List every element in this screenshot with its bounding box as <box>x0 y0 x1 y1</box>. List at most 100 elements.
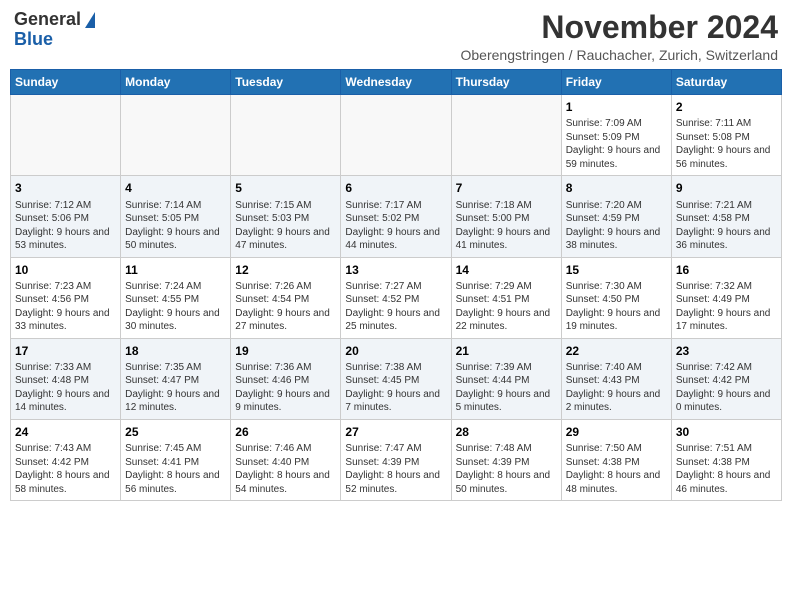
calendar-week-row: 24 Sunrise: 7:43 AM Sunset: 4:42 PM Dayli… <box>11 419 782 500</box>
day-number: 20 <box>345 343 446 359</box>
day-info: Sunrise: 7:45 AM Sunset: 4:41 PM Dayligh… <box>125 442 226 496</box>
calendar-day <box>341 95 451 176</box>
day-number: 1 <box>566 99 667 115</box>
calendar-day: 25 Sunrise: 7:45 AM Sunset: 4:41 PM Dayli… <box>121 419 231 500</box>
day-info: Sunrise: 7:50 AM Sunset: 4:38 PM Dayligh… <box>566 442 667 496</box>
day-number: 15 <box>566 262 667 278</box>
calendar-day: 27Sunrise: 7:47 AM Sunset: 4:39 PM Dayli… <box>341 419 451 500</box>
calendar-day: 9Sunrise: 7:21 AM Sunset: 4:58 PM Daylig… <box>671 176 781 257</box>
day-info: Sunrise: 7:43 AM Sunset: 4:42 PM Dayligh… <box>15 442 116 496</box>
logo: General Blue <box>14 10 95 50</box>
day-info: Sunrise: 7:23 AM Sunset: 4:56 PM Dayligh… <box>15 280 116 334</box>
calendar-day: 19 Sunrise: 7:36 AM Sunset: 4:46 PM Dayli… <box>231 338 341 419</box>
logo-triangle-icon <box>85 12 95 28</box>
day-info: Sunrise: 7:21 AM Sunset: 4:58 PM Dayligh… <box>676 199 777 253</box>
day-info: Sunrise: 7:47 AM Sunset: 4:39 PM Dayligh… <box>345 442 446 496</box>
day-info: Sunrise: 7:39 AM Sunset: 4:44 PM Dayligh… <box>456 361 557 415</box>
day-number: 22 <box>566 343 667 359</box>
calendar-day: 8 Sunrise: 7:20 AM Sunset: 4:59 PM Daylig… <box>561 176 671 257</box>
calendar-day <box>451 95 561 176</box>
calendar-day: 12 Sunrise: 7:26 AM Sunset: 4:54 PM Dayli… <box>231 257 341 338</box>
calendar-day: 2Sunrise: 7:11 AM Sunset: 5:08 PM Daylig… <box>671 95 781 176</box>
calendar-day: 29Sunrise: 7:50 AM Sunset: 4:38 PM Dayli… <box>561 419 671 500</box>
day-info: Sunrise: 7:38 AM Sunset: 4:45 PM Dayligh… <box>345 361 446 415</box>
calendar-day <box>121 95 231 176</box>
day-info: Sunrise: 7:09 AM Sunset: 5:09 PM Dayligh… <box>566 117 667 171</box>
calendar-day: 24 Sunrise: 7:43 AM Sunset: 4:42 PM Dayli… <box>11 419 121 500</box>
calendar-day: 30 Sunrise: 7:51 AM Sunset: 4:38 PM Dayli… <box>671 419 781 500</box>
day-number: 3 <box>15 180 116 196</box>
day-number: 24 <box>15 424 116 440</box>
page-header: General Blue November 2024 Oberengstring… <box>10 10 782 63</box>
day-info: Sunrise: 7:12 AM Sunset: 5:06 PM Dayligh… <box>15 199 116 253</box>
calendar-day: 21Sunrise: 7:39 AM Sunset: 4:44 PM Dayli… <box>451 338 561 419</box>
calendar-day: 5 Sunrise: 7:15 AM Sunset: 5:03 PM Daylig… <box>231 176 341 257</box>
day-info: Sunrise: 7:40 AM Sunset: 4:43 PM Dayligh… <box>566 361 667 415</box>
weekday-header-wednesday: Wednesday <box>341 70 451 95</box>
day-info: Sunrise: 7:24 AM Sunset: 4:55 PM Dayligh… <box>125 280 226 334</box>
day-number: 5 <box>235 180 336 196</box>
weekday-header-friday: Friday <box>561 70 671 95</box>
calendar-week-row: 1 Sunrise: 7:09 AM Sunset: 5:09 PM Daylig… <box>11 95 782 176</box>
calendar-day: 6 Sunrise: 7:17 AM Sunset: 5:02 PM Daylig… <box>341 176 451 257</box>
calendar-week-row: 10 Sunrise: 7:23 AM Sunset: 4:56 PM Dayli… <box>11 257 782 338</box>
calendar-day <box>231 95 341 176</box>
day-info: Sunrise: 7:35 AM Sunset: 4:47 PM Dayligh… <box>125 361 226 415</box>
calendar-day: 10 Sunrise: 7:23 AM Sunset: 4:56 PM Dayli… <box>11 257 121 338</box>
day-info: Sunrise: 7:36 AM Sunset: 4:46 PM Dayligh… <box>235 361 336 415</box>
calendar-week-row: 17 Sunrise: 7:33 AM Sunset: 4:48 PM Dayli… <box>11 338 782 419</box>
day-number: 7 <box>456 180 557 196</box>
day-number: 12 <box>235 262 336 278</box>
day-number: 19 <box>235 343 336 359</box>
calendar-day: 23 Sunrise: 7:42 AM Sunset: 4:42 PM Dayli… <box>671 338 781 419</box>
day-number: 11 <box>125 262 226 278</box>
calendar-day: 11 Sunrise: 7:24 AM Sunset: 4:55 PM Dayli… <box>121 257 231 338</box>
calendar-day: 20 Sunrise: 7:38 AM Sunset: 4:45 PM Dayli… <box>341 338 451 419</box>
day-number: 6 <box>345 180 446 196</box>
location-subtitle: Oberengstringen / Rauchacher, Zurich, Sw… <box>461 47 779 63</box>
day-info: Sunrise: 7:17 AM Sunset: 5:02 PM Dayligh… <box>345 199 446 253</box>
day-number: 18 <box>125 343 226 359</box>
day-info: Sunrise: 7:29 AM Sunset: 4:51 PM Dayligh… <box>456 280 557 334</box>
day-number: 10 <box>15 262 116 278</box>
calendar-header-row: SundayMondayTuesdayWednesdayThursdayFrid… <box>11 70 782 95</box>
day-number: 25 <box>125 424 226 440</box>
day-number: 17 <box>15 343 116 359</box>
day-info: Sunrise: 7:30 AM Sunset: 4:50 PM Dayligh… <box>566 280 667 334</box>
day-info: Sunrise: 7:48 AM Sunset: 4:39 PM Dayligh… <box>456 442 557 496</box>
day-info: Sunrise: 7:14 AM Sunset: 5:05 PM Dayligh… <box>125 199 226 253</box>
logo-general-text: General <box>14 10 81 30</box>
day-info: Sunrise: 7:46 AM Sunset: 4:40 PM Dayligh… <box>235 442 336 496</box>
calendar-day: 14Sunrise: 7:29 AM Sunset: 4:51 PM Dayli… <box>451 257 561 338</box>
title-area: November 2024 Oberengstringen / Rauchach… <box>461 10 779 63</box>
day-info: Sunrise: 7:15 AM Sunset: 5:03 PM Dayligh… <box>235 199 336 253</box>
calendar-day: 15 Sunrise: 7:30 AM Sunset: 4:50 PM Dayli… <box>561 257 671 338</box>
day-info: Sunrise: 7:32 AM Sunset: 4:49 PM Dayligh… <box>676 280 777 334</box>
day-number: 8 <box>566 180 667 196</box>
day-info: Sunrise: 7:51 AM Sunset: 4:38 PM Dayligh… <box>676 442 777 496</box>
calendar-week-row: 3 Sunrise: 7:12 AM Sunset: 5:06 PM Daylig… <box>11 176 782 257</box>
weekday-header-sunday: Sunday <box>11 70 121 95</box>
day-number: 26 <box>235 424 336 440</box>
calendar-day: 28Sunrise: 7:48 AM Sunset: 4:39 PM Dayli… <box>451 419 561 500</box>
day-info: Sunrise: 7:33 AM Sunset: 4:48 PM Dayligh… <box>15 361 116 415</box>
calendar-day: 4Sunrise: 7:14 AM Sunset: 5:05 PM Daylig… <box>121 176 231 257</box>
calendar-day: 16 Sunrise: 7:32 AM Sunset: 4:49 PM Dayli… <box>671 257 781 338</box>
day-number: 13 <box>345 262 446 278</box>
calendar-table: SundayMondayTuesdayWednesdayThursdayFrid… <box>10 69 782 501</box>
day-number: 16 <box>676 262 777 278</box>
day-info: Sunrise: 7:20 AM Sunset: 4:59 PM Dayligh… <box>566 199 667 253</box>
calendar-day: 22 Sunrise: 7:40 AM Sunset: 4:43 PM Dayli… <box>561 338 671 419</box>
calendar-day: 18 Sunrise: 7:35 AM Sunset: 4:47 PM Dayli… <box>121 338 231 419</box>
day-number: 23 <box>676 343 777 359</box>
day-info: Sunrise: 7:26 AM Sunset: 4:54 PM Dayligh… <box>235 280 336 334</box>
calendar-day <box>11 95 121 176</box>
day-info: Sunrise: 7:27 AM Sunset: 4:52 PM Dayligh… <box>345 280 446 334</box>
weekday-header-tuesday: Tuesday <box>231 70 341 95</box>
calendar-day: 1 Sunrise: 7:09 AM Sunset: 5:09 PM Daylig… <box>561 95 671 176</box>
day-info: Sunrise: 7:11 AM Sunset: 5:08 PM Dayligh… <box>676 117 777 171</box>
day-number: 30 <box>676 424 777 440</box>
day-info: Sunrise: 7:42 AM Sunset: 4:42 PM Dayligh… <box>676 361 777 415</box>
calendar-day: 7Sunrise: 7:18 AM Sunset: 5:00 PM Daylig… <box>451 176 561 257</box>
logo-blue-text: Blue <box>14 30 53 50</box>
